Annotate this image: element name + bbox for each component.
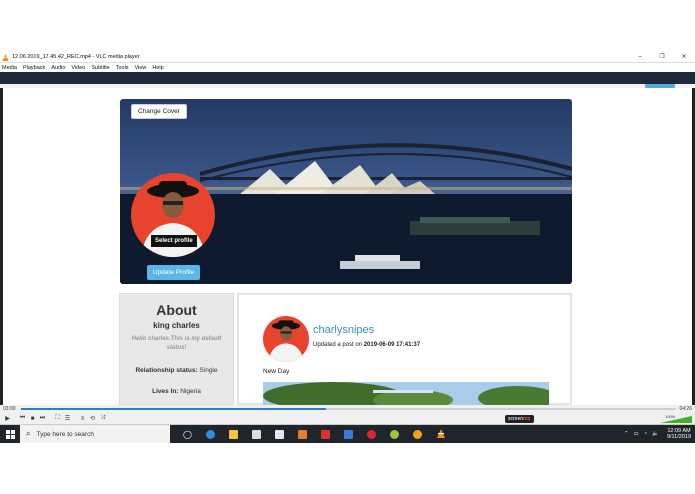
menu-subtitle[interactable]: Subtitle	[91, 65, 109, 71]
store-icon[interactable]	[245, 425, 268, 443]
vlc-cone-icon	[2, 53, 9, 61]
system-tray: ⌃ ▭ ◔ 🔈 12:09 AM 9/11/2019	[619, 425, 691, 443]
post-card: charlysnipes Updated a post on 2019-06-0…	[237, 293, 572, 405]
close-button[interactable]: ✕	[673, 52, 695, 63]
playlist-icon[interactable]: ≡	[78, 416, 87, 422]
extended-settings-icon[interactable]: ☰	[63, 415, 72, 422]
post-date: 2019-06-09 17:41:37	[363, 342, 421, 348]
shuffle-icon[interactable]: ⤨	[98, 415, 107, 422]
app-icon-orange[interactable]	[291, 425, 314, 443]
cover-photo: Change Cover Select profile Update Profi…	[120, 99, 572, 284]
taskbar-search[interactable]: ⌕ Type here to search	[20, 425, 170, 443]
menu-view[interactable]: View	[135, 65, 147, 71]
opera-icon[interactable]	[360, 425, 383, 443]
clock-date: 9/11/2019	[666, 434, 691, 440]
lives-row: Lives In: Nigeria	[120, 388, 233, 395]
brand-suffix: rec	[523, 416, 531, 422]
time-elapsed: 03:00	[3, 406, 16, 412]
stop-icon[interactable]: ■	[28, 416, 37, 422]
menu-media[interactable]: Media	[2, 65, 17, 71]
seek-progress	[21, 408, 326, 410]
edge-icon[interactable]	[199, 425, 222, 443]
next-icon[interactable]: ⏭	[38, 415, 47, 422]
about-name: king charles	[153, 321, 200, 330]
site-navbar	[0, 72, 695, 84]
brand-prefix: screen	[508, 416, 524, 422]
site-subbar	[0, 84, 695, 88]
search-icon: ⌕	[26, 429, 31, 438]
trees-image	[263, 382, 549, 405]
mail-icon[interactable]	[268, 425, 291, 443]
menu-help[interactable]: Help	[152, 65, 163, 71]
restore-button[interactable]: ❐	[651, 52, 673, 63]
app-icon-gold[interactable]	[406, 425, 429, 443]
nav-button	[645, 84, 675, 88]
vlc-titlebar: 12.06.2019_17.45.42_REC.mp4 - VLC media …	[0, 52, 695, 63]
lives-label: Lives In:	[152, 388, 179, 395]
relationship-value: Single	[199, 367, 218, 374]
post-avatar[interactable]	[263, 316, 309, 362]
page-border-left	[0, 88, 3, 405]
post-content: New Day	[263, 368, 290, 375]
windows-taskbar: ⌕ Type here to search ◯ ⌃ ▭ ◔ 🔈 12:09 AM…	[0, 425, 695, 443]
task-view-icon[interactable]: ◯	[176, 425, 199, 443]
vlc-taskbar-icon[interactable]	[429, 425, 452, 443]
volume-icon[interactable]: 🔈	[652, 431, 659, 437]
network-icon[interactable]: ▭	[634, 431, 639, 437]
about-heading: About	[156, 302, 197, 318]
play-icon[interactable]: ▶	[3, 415, 12, 422]
vlc-menubar: Media Playback Audio Video Subtitle Tool…	[0, 63, 695, 72]
person-icon	[268, 320, 304, 362]
volume-slider[interactable]: 100%	[660, 414, 692, 423]
post-username[interactable]: charlysnipes	[313, 324, 374, 336]
chevron-up-icon[interactable]: ⌃	[624, 431, 629, 437]
time-total: 04:26	[679, 406, 692, 412]
about-status: Hello charles.This is my default status!	[131, 336, 222, 351]
menu-video[interactable]: Video	[71, 65, 85, 71]
menu-tools[interactable]: Tools	[116, 65, 129, 71]
minimize-button[interactable]: –	[629, 52, 651, 63]
taskbar-clock[interactable]: 12:09 AM 9/11/2019	[667, 428, 691, 441]
loop-icon[interactable]: ⟲	[88, 415, 97, 422]
about-panel: About king charles Hello charles.This is…	[119, 293, 234, 405]
menu-audio[interactable]: Audio	[51, 65, 65, 71]
volume-percent: 100%	[665, 414, 676, 419]
start-button[interactable]	[0, 425, 20, 443]
app-icon-blue[interactable]	[337, 425, 360, 443]
change-cover-button[interactable]: Change Cover	[131, 104, 187, 119]
seek-row: 03:00 04:26	[0, 405, 695, 413]
file-explorer-icon[interactable]	[222, 425, 245, 443]
previous-icon[interactable]: ⏮	[18, 415, 27, 422]
fullscreen-icon[interactable]: ⛶	[53, 415, 62, 422]
lives-value: Nigeria	[180, 388, 201, 395]
window-title: 12.06.2019_17.45.42_REC.mp4 - VLC media …	[12, 54, 140, 60]
update-profile-button[interactable]: Update Profile	[147, 265, 201, 280]
post-meta-prefix: Updated a post on	[313, 342, 363, 348]
screen: 12.06.2019_17.45.42_REC.mp4 - VLC media …	[0, 0, 695, 494]
post-image	[263, 382, 549, 405]
wifi-icon[interactable]: ◔	[644, 431, 647, 437]
player-controls: ▶ ⏮ ■ ⏭ ⛶ ☰ ≡ ⟲ ⤨ screenrec 100%	[0, 413, 695, 425]
app-icon-green[interactable]	[383, 425, 406, 443]
post-meta: Updated a post on 2019-06-09 17:41:37	[313, 342, 420, 348]
vlc-cone-icon	[436, 429, 445, 438]
relationship-row: Relationship status: Single	[120, 367, 233, 374]
seek-slider[interactable]	[21, 408, 676, 410]
video-area[interactable]: Change Cover Select profile Update Profi…	[0, 72, 695, 405]
app-icon-red-star[interactable]	[314, 425, 337, 443]
search-placeholder: Type here to search	[36, 430, 94, 438]
select-profile-button[interactable]: Select profile	[151, 235, 197, 247]
screenrec-logo: screenrec	[505, 415, 534, 423]
windows-logo-icon	[5, 429, 15, 439]
relationship-label: Relationship status:	[135, 367, 198, 374]
menu-playback[interactable]: Playback	[23, 65, 45, 71]
